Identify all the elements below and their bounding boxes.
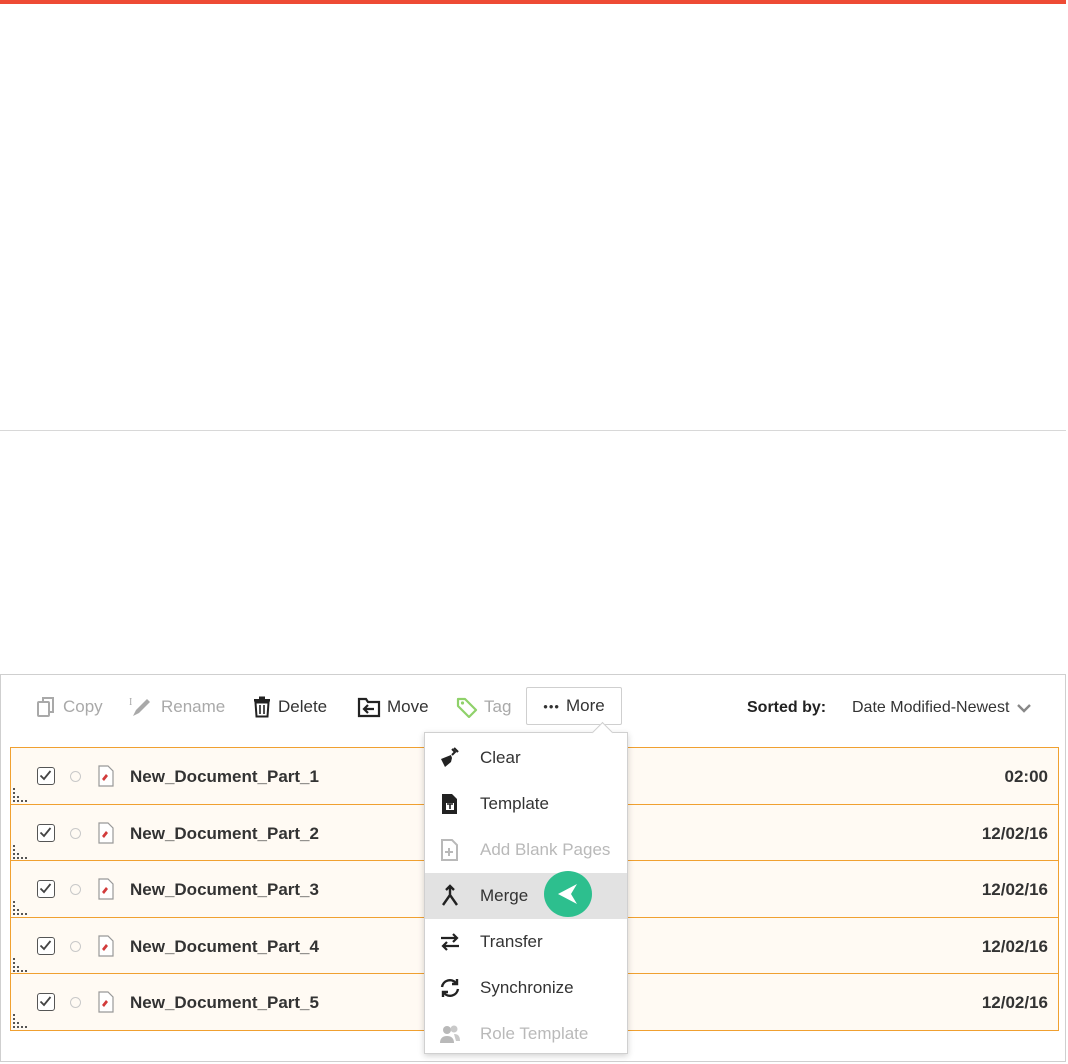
tag-label: Tag xyxy=(484,697,512,716)
users-icon xyxy=(438,1022,462,1046)
checkmark-icon xyxy=(39,826,52,837)
row-radio[interactable] xyxy=(70,997,81,1008)
move-button[interactable]: Move xyxy=(357,695,429,719)
move-label: Move xyxy=(387,697,429,716)
merge-icon xyxy=(438,884,462,908)
tag-icon xyxy=(456,697,478,718)
document-date: 12/02/16 xyxy=(981,936,1048,956)
document-date: 12/02/16 xyxy=(981,880,1048,899)
copy-icon xyxy=(37,697,54,717)
menu-item-label: Template xyxy=(480,794,549,813)
row-radio[interactable] xyxy=(70,827,81,839)
row-checkbox[interactable] xyxy=(37,767,55,785)
trash-icon xyxy=(254,696,270,718)
broom-icon xyxy=(438,746,462,770)
menu-item-label: Transfer xyxy=(480,932,543,951)
drag-handle-icon[interactable] xyxy=(11,901,27,915)
menu-item-label: Add Blank Pages xyxy=(480,840,611,859)
document-date: 02:00 xyxy=(1004,767,1048,786)
document-icon xyxy=(98,878,114,900)
sorted-by-label: Sorted by: xyxy=(747,699,827,716)
delete-label: Delete xyxy=(278,697,328,716)
row-radio[interactable] xyxy=(70,940,81,952)
drag-handle-icon[interactable] xyxy=(11,788,27,802)
tag-button[interactable]: Tag xyxy=(456,695,511,719)
pointer-arrow-icon xyxy=(558,884,577,904)
menu-item-label: Merge xyxy=(480,886,529,905)
rename-button[interactable]: I Rename xyxy=(129,695,225,719)
document-name[interactable]: New_Document_Part_5 xyxy=(130,993,319,1013)
section-divider xyxy=(0,430,1066,431)
more-button[interactable]: ••• More xyxy=(526,687,622,725)
cursor-pointer-marker xyxy=(544,871,592,917)
sync-icon xyxy=(438,976,462,1000)
top-accent-bar xyxy=(0,0,1066,4)
row-checkbox[interactable] xyxy=(37,823,55,842)
menu-item-add-blank-pages[interactable]: Add Blank Pages xyxy=(425,827,627,873)
more-dots-icon: ••• xyxy=(543,698,560,714)
document-name[interactable]: New_Document_Part_2 xyxy=(130,824,319,844)
checkmark-icon xyxy=(39,939,52,950)
checkmark-icon xyxy=(39,770,52,781)
drag-handle-icon[interactable] xyxy=(11,844,27,859)
row-radio[interactable] xyxy=(70,771,81,782)
row-checkbox[interactable] xyxy=(37,936,55,955)
copy-label: Copy xyxy=(63,697,103,716)
more-menu: Clear Template Add Blank Pages Merge Tra… xyxy=(424,721,628,1057)
row-radio[interactable] xyxy=(70,884,81,895)
menu-item-label: Clear xyxy=(480,748,521,767)
menu-item-transfer[interactable]: Transfer xyxy=(425,919,627,965)
rename-pencil-icon: I xyxy=(129,697,150,716)
menu-item-role-template[interactable]: Role Template xyxy=(425,1011,627,1057)
add-page-icon xyxy=(438,838,462,862)
menu-item-merge[interactable]: Merge xyxy=(425,873,627,919)
document-icon xyxy=(98,934,114,957)
document-icon xyxy=(98,765,114,787)
menu-item-clear[interactable]: Clear xyxy=(425,735,627,781)
document-date: 12/02/16 xyxy=(981,823,1048,843)
menu-item-template[interactable]: Template xyxy=(425,781,627,827)
row-checkbox[interactable] xyxy=(37,993,55,1011)
drag-handle-icon[interactable] xyxy=(11,1014,27,1028)
sort-value: Date Modified-Newest xyxy=(852,699,1010,716)
chevron-down-icon xyxy=(1017,704,1032,713)
document-name[interactable]: New_Document_Part_4 xyxy=(130,937,319,957)
document-icon xyxy=(98,821,114,844)
sort-dropdown[interactable]: Date Modified-Newest xyxy=(852,699,1032,717)
document-name[interactable]: New_Document_Part_1 xyxy=(130,767,319,787)
document-date: 12/02/16 xyxy=(981,993,1048,1012)
move-folder-icon xyxy=(357,697,381,718)
row-checkbox[interactable] xyxy=(37,880,55,898)
template-icon xyxy=(438,792,462,816)
more-label: More xyxy=(565,696,605,715)
svg-text:I: I xyxy=(129,697,132,708)
menu-item-label: Role Template xyxy=(480,1024,589,1043)
copy-button[interactable]: Copy xyxy=(35,695,103,719)
delete-button[interactable]: Delete xyxy=(252,695,327,719)
menu-item-label: Synchronize xyxy=(480,978,574,997)
rename-label: Rename xyxy=(161,697,226,716)
checkmark-icon xyxy=(39,883,52,894)
transfer-icon xyxy=(438,930,462,954)
checkmark-icon xyxy=(39,996,52,1007)
document-icon xyxy=(98,991,114,1013)
drag-handle-icon[interactable] xyxy=(11,957,27,972)
document-name[interactable]: New_Document_Part_3 xyxy=(130,880,319,900)
menu-item-synchronize[interactable]: Synchronize xyxy=(425,965,627,1011)
